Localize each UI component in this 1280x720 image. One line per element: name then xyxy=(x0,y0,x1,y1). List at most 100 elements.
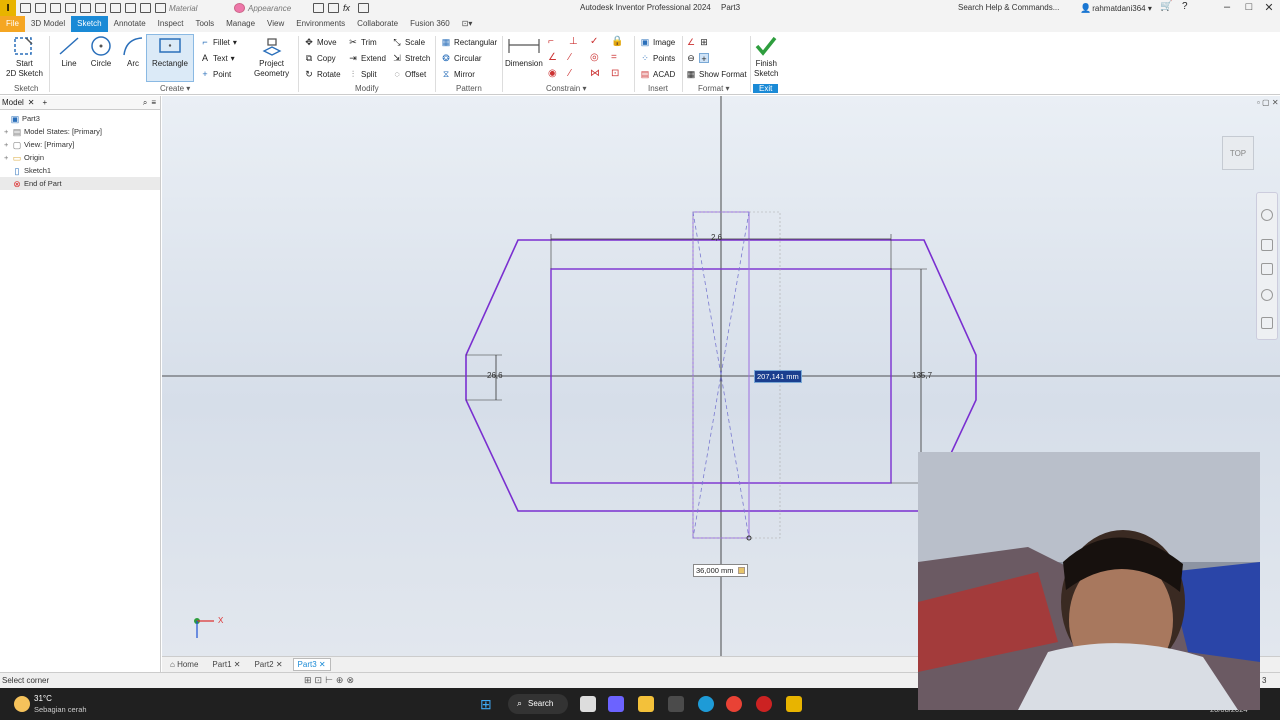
browser-node[interactable]: + ▭ Origin xyxy=(0,151,160,164)
tab-manage[interactable]: Manage xyxy=(220,16,261,32)
tab-environments[interactable]: Environments xyxy=(290,16,351,32)
close-icon[interactable]: ✕ xyxy=(232,660,241,669)
arc-button[interactable]: Arc xyxy=(121,35,145,69)
smooth-constraint-icon[interactable]: ◎ xyxy=(590,52,606,64)
steering-wheel-icon[interactable] xyxy=(1261,209,1273,221)
tab-fusion-360[interactable]: Fusion 360 xyxy=(404,16,456,32)
collinear-constraint-icon[interactable]: ∠ xyxy=(548,52,564,64)
vertical-constraint-icon[interactable]: ⊡ xyxy=(611,68,627,80)
doc-tab-part3[interactable]: Part3 ✕ xyxy=(292,658,331,671)
browser-node[interactable]: ▣ Part3 xyxy=(0,112,160,125)
dimension-left-label[interactable]: 26,6 xyxy=(487,371,503,380)
offset-button[interactable]: ◌ Offset xyxy=(392,69,426,79)
browser-node[interactable]: ⊗ End of Part xyxy=(0,177,160,190)
expand-icon[interactable]: + xyxy=(4,140,10,149)
tab-inspect[interactable]: Inspect xyxy=(152,16,190,32)
rectangle-button[interactable]: Rectangle xyxy=(146,34,194,82)
weather-temp[interactable]: 31°C xyxy=(34,694,52,703)
return-icon[interactable] xyxy=(110,3,121,13)
zoom-icon[interactable] xyxy=(1261,263,1273,275)
tab-view[interactable]: View xyxy=(261,16,290,32)
weather-text[interactable]: Sebagian cerah xyxy=(34,705,87,714)
extend-button[interactable]: ⇥ Extend xyxy=(348,53,386,63)
cart-icon[interactable]: 🛒 xyxy=(1160,1,1172,12)
expand-icon[interactable]: + xyxy=(4,153,10,162)
chrome-icon[interactable] xyxy=(726,696,742,712)
copy-button[interactable]: ⧉ Copy xyxy=(304,53,336,63)
finish-sketch-button[interactable]: Finish Sketch xyxy=(754,35,778,79)
browser-node[interactable]: + ▤ Model States: [Primary] xyxy=(0,125,160,138)
save-icon[interactable] xyxy=(50,3,61,13)
store-icon[interactable] xyxy=(668,696,684,712)
fix-constraint-icon[interactable]: 🔒 xyxy=(611,36,627,48)
browser-tab-model[interactable]: Model xyxy=(2,98,24,107)
tab-3d-model[interactable]: 3D Model xyxy=(25,16,71,32)
equal-constraint-icon[interactable]: = xyxy=(611,52,627,64)
close-button[interactable]: ✕ xyxy=(1258,1,1280,15)
circular-pattern-button[interactable]: ❂ Circular xyxy=(441,53,481,63)
horizontal-constraint-icon[interactable]: ⁄ xyxy=(569,68,585,80)
view-cube[interactable]: TOP xyxy=(1222,136,1254,170)
inventor-taskbar-icon[interactable] xyxy=(786,696,802,712)
circle-button[interactable]: Circle xyxy=(89,35,113,69)
center-point-button[interactable]: ⊖ + xyxy=(686,53,709,64)
undo-icon[interactable] xyxy=(65,3,76,13)
windows-start-icon[interactable]: ⊞ xyxy=(480,696,496,712)
lock-icon[interactable] xyxy=(737,567,745,574)
scale-button[interactable]: ⤡ Scale xyxy=(392,37,425,47)
tab-file[interactable]: File xyxy=(0,16,25,32)
fillet-button[interactable]: ⌐ Fillet ▾ xyxy=(200,37,237,47)
line-button[interactable]: Line xyxy=(57,35,81,69)
point-button[interactable]: + Point xyxy=(200,69,231,79)
concentric-constraint-icon[interactable]: ◉ xyxy=(548,68,564,80)
function-icon[interactable]: fx xyxy=(343,3,354,13)
split-button[interactable]: ⫶ Split xyxy=(348,69,377,79)
select-icon[interactable] xyxy=(125,3,136,13)
browser-node[interactable]: ▯ Sketch1 xyxy=(0,164,160,177)
tab-tools[interactable]: Tools xyxy=(189,16,220,32)
close-icon[interactable]: ✕ xyxy=(274,660,283,669)
dimension-button[interactable]: Dimension xyxy=(505,35,543,69)
expand-icon[interactable]: + xyxy=(4,127,10,136)
rotate-button[interactable]: ↻ Rotate xyxy=(304,69,340,79)
redo-icon[interactable] xyxy=(80,3,91,13)
stretch-button[interactable]: ⇲ Stretch xyxy=(392,53,430,63)
construction-button[interactable]: ∠ ⊞ xyxy=(686,37,709,47)
teams-icon[interactable] xyxy=(608,696,624,712)
search-icon[interactable]: ⌕ xyxy=(143,98,147,108)
canvas-window-controls[interactable]: ▫ ▢ ✕ xyxy=(1257,98,1279,107)
weather-icon[interactable] xyxy=(14,696,30,712)
show-format-button[interactable]: ▦ Show Format xyxy=(686,69,747,79)
points-button[interactable]: ⁘ Points xyxy=(640,53,675,63)
close-icon[interactable]: ✕ xyxy=(317,660,326,669)
appearance-dropdown[interactable]: Appearance xyxy=(245,3,309,14)
tab-annotate[interactable]: Annotate xyxy=(108,16,152,32)
browser-node[interactable]: + ▢ View: [Primary] xyxy=(0,138,160,151)
status-tools-icon[interactable]: ⊞⊡⊢⊕⊗ xyxy=(304,675,357,686)
sketch-icon[interactable] xyxy=(155,3,166,13)
doc-tab-home[interactable]: ⌂ Home xyxy=(166,659,202,670)
move-button[interactable]: ✥ Move xyxy=(304,37,336,47)
adjust-icon[interactable] xyxy=(313,3,324,13)
tab-collaborate[interactable]: Collaborate xyxy=(351,16,404,32)
clear-icon[interactable] xyxy=(328,3,339,13)
acad-button[interactable]: ▤ ACAD xyxy=(640,69,676,79)
dimension-top-label[interactable]: 2,6 xyxy=(711,233,722,242)
mirror-button[interactable]: ⧖ Mirror xyxy=(441,69,475,79)
symmetric-constraint-icon[interactable]: ⋈ xyxy=(590,68,606,80)
coincident-constraint-icon[interactable]: ⌐ xyxy=(548,36,564,48)
minimize-button[interactable]: – xyxy=(1216,1,1238,15)
dynamic-input-length[interactable]: 207,141 mm xyxy=(754,370,802,383)
maximize-button[interactable]: □ xyxy=(1238,1,1260,15)
pan-icon[interactable] xyxy=(1261,239,1273,251)
doc-tab-part2[interactable]: Part2 ✕ xyxy=(250,659,286,670)
menu-icon[interactable]: ≡ xyxy=(151,98,156,107)
user-account[interactable]: 👤 rahmatdani364 ▾ xyxy=(1080,3,1152,13)
recorder-icon[interactable] xyxy=(756,696,772,712)
dynamic-input-width[interactable]: 36,000 mm xyxy=(693,564,748,577)
image-button[interactable]: ▣ Image xyxy=(640,37,676,47)
edge-icon[interactable] xyxy=(698,696,714,712)
look-at-icon[interactable] xyxy=(1261,317,1273,329)
orbit-icon[interactable] xyxy=(1261,289,1273,301)
doc-tab-part1[interactable]: Part1 ✕ xyxy=(208,659,244,670)
